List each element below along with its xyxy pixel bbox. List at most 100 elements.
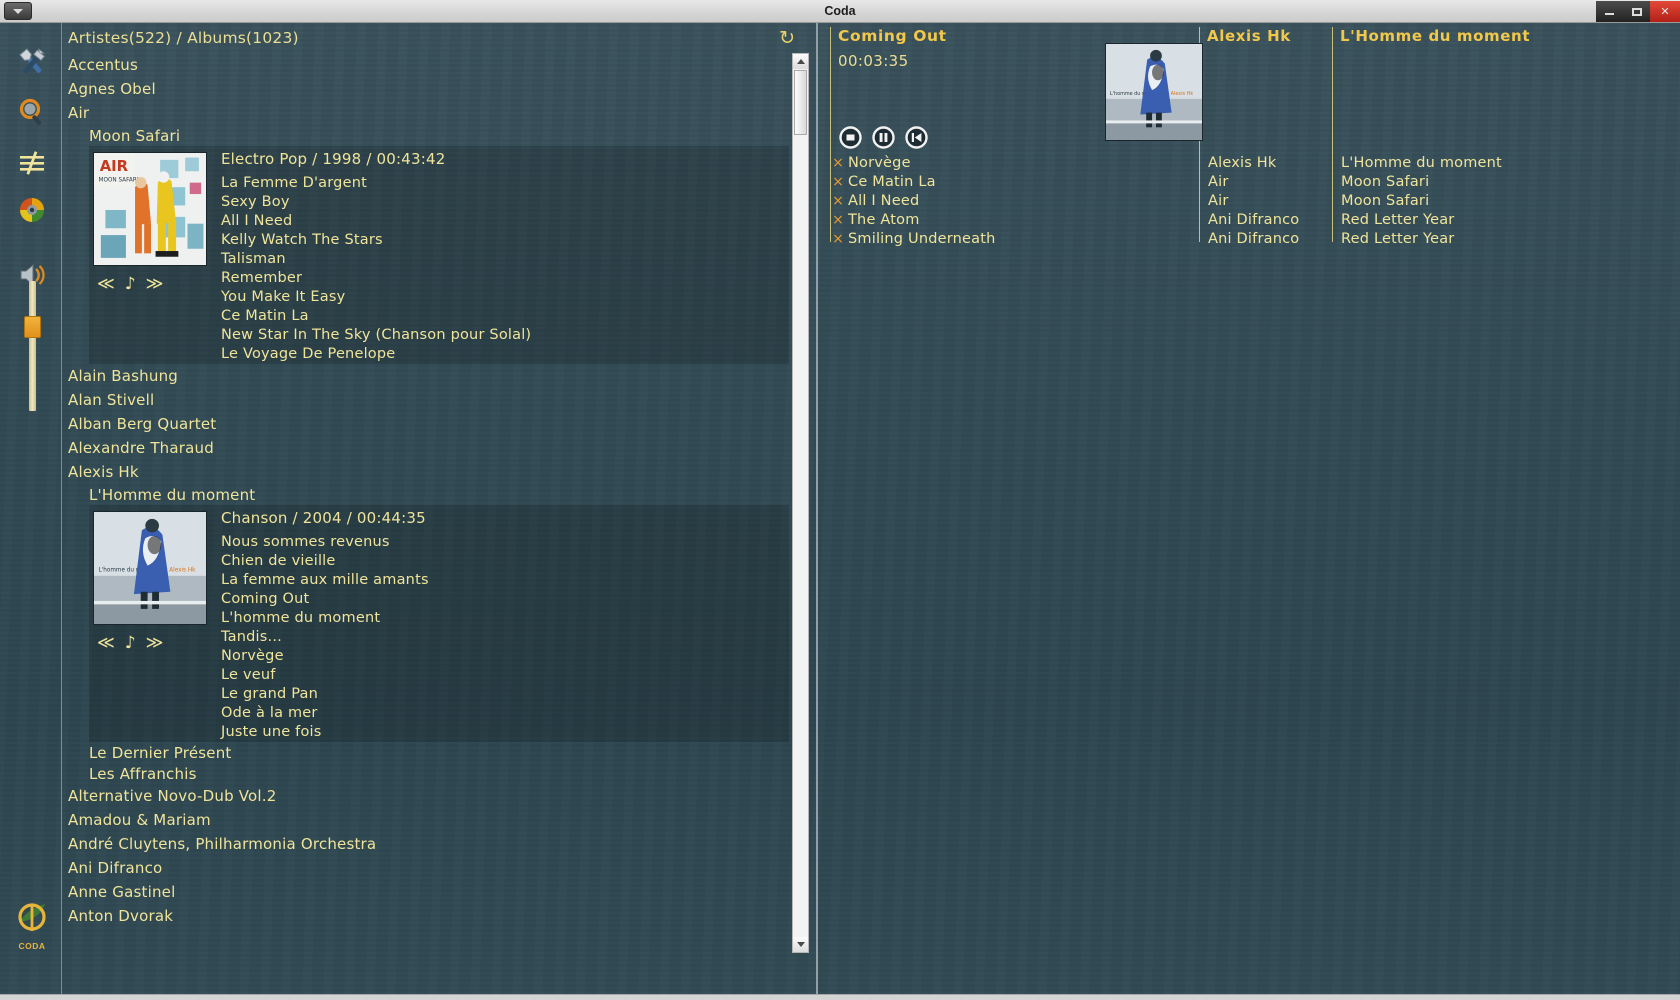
svg-text:Alexis Hk: Alexis Hk — [169, 567, 196, 573]
artist-row[interactable]: Alexandre Tharaud — [63, 436, 811, 460]
volume-slider-knob[interactable] — [24, 316, 41, 338]
queue-track-album: Red Letter Year — [1341, 211, 1455, 228]
album-prev-icon[interactable]: ≪ — [97, 633, 125, 653]
queue-track-title: The Atom — [848, 211, 920, 228]
previous-button[interactable] — [905, 126, 928, 149]
remove-icon[interactable]: × — [828, 174, 848, 190]
artist-row[interactable]: Alexis Hk — [63, 460, 811, 484]
library-header: Artistes(522) / Albums(1023) ↻ — [63, 23, 811, 53]
album-prev-icon[interactable]: ≪ — [97, 274, 125, 294]
search-icon[interactable] — [12, 93, 52, 133]
track-row[interactable]: Chien de vieille — [221, 552, 429, 571]
album-next-icon[interactable]: ≫ — [146, 633, 174, 653]
album-play-icon[interactable]: ♪ — [125, 633, 146, 653]
now-playing-cover: L'homme du moment Alexis Hk — [1105, 43, 1203, 141]
album-playback-controls[interactable]: ≪♪≫ — [97, 274, 207, 294]
track-row[interactable]: Ode à la mer — [221, 704, 429, 723]
queue-track-album: Moon Safari — [1341, 173, 1430, 190]
queue-row[interactable]: × The Atom Ani Difranco Red Letter Year — [828, 210, 1678, 229]
pause-button[interactable] — [872, 126, 895, 149]
remove-icon[interactable]: × — [828, 231, 848, 247]
column-header-album: L'Homme du moment — [1340, 27, 1531, 45]
queue-row[interactable]: × Norvège Alexis Hk L'Homme du moment — [828, 153, 1678, 172]
left-toolbar: CODA — [0, 23, 62, 994]
playback-controls — [839, 126, 928, 149]
queue-track-artist: Air — [1208, 173, 1229, 190]
queue-track-title: Norvège — [848, 154, 911, 171]
volume-slider[interactable] — [29, 281, 36, 411]
queue-track-artist: Ani Difranco — [1208, 211, 1300, 228]
album-row[interactable]: Le Dernier Présent — [63, 742, 811, 763]
artist-row[interactable]: Anne Gastinel — [63, 880, 811, 904]
queue-track-artist: Ani Difranco — [1208, 230, 1300, 247]
album-detail: L'homme du moment Alexis Hk ≪♪≫ Chanson / 2… — [89, 505, 789, 742]
play-queue: × Norvège Alexis Hk L'Homme du moment × Ce Ma… — [828, 153, 1678, 248]
queue-track-album: Moon Safari — [1341, 192, 1430, 209]
tools-icon[interactable] — [12, 43, 52, 83]
track-row[interactable]: Ce Matin La — [221, 307, 531, 326]
scroll-up-button[interactable] — [793, 54, 808, 69]
album-playback-controls[interactable]: ≪♪≫ — [97, 633, 207, 653]
track-row[interactable]: All I Need — [221, 212, 531, 231]
minimize-button[interactable] — [1596, 1, 1623, 22]
artist-row[interactable]: Anton Dvorak — [63, 904, 811, 928]
artist-row[interactable]: Alternative Novo-Dub Vol.2 — [63, 784, 811, 808]
artist-row[interactable]: Accentus — [63, 53, 811, 77]
track-row[interactable]: You Make It Easy — [221, 288, 531, 307]
track-row[interactable]: Juste une fois — [221, 723, 429, 742]
album-play-icon[interactable]: ♪ — [125, 274, 146, 294]
artist-row[interactable]: Alan Stivell — [63, 388, 811, 412]
album-row[interactable]: Moon Safari — [63, 125, 811, 146]
disc-icon[interactable] — [12, 190, 52, 230]
track-row[interactable]: Kelly Watch The Stars — [221, 231, 531, 250]
track-row[interactable]: Remember — [221, 269, 531, 288]
track-row[interactable]: Talisman — [221, 250, 531, 269]
remove-icon[interactable]: × — [828, 193, 848, 209]
queue-row[interactable]: × Smiling Underneath Ani Difranco Red Lette… — [828, 229, 1678, 248]
app-workspace: CODA Artistes(522) / Albums(1023) ↻ Acce… — [0, 23, 1680, 994]
maximize-icon — [1631, 7, 1642, 16]
artist-row[interactable]: Alban Berg Quartet — [63, 412, 811, 436]
scroll-down-button[interactable] — [793, 937, 808, 952]
track-row[interactable]: Le grand Pan — [221, 685, 429, 704]
track-row[interactable]: Sexy Boy — [221, 193, 531, 212]
remove-icon[interactable]: × — [828, 212, 848, 228]
album-row[interactable]: Les Affranchis — [63, 763, 811, 784]
artist-row[interactable]: Agnes Obel — [63, 77, 811, 101]
equalizer-icon[interactable] — [12, 143, 52, 183]
track-row[interactable]: La femme aux mille amants — [221, 571, 429, 590]
track-row[interactable]: L'homme du moment — [221, 609, 429, 628]
track-row[interactable]: Le Voyage De Penelope — [221, 345, 531, 364]
album-meta: Chanson / 2004 / 00:44:35 — [221, 509, 426, 527]
track-row[interactable]: Nous sommes revenus — [221, 533, 429, 552]
maximize-button[interactable] — [1623, 1, 1650, 22]
track-row[interactable]: Tandis... — [221, 628, 429, 647]
track-row[interactable]: Norvège — [221, 647, 429, 666]
artist-row[interactable]: André Cluytens, Philharmonia Orchestra — [63, 832, 811, 856]
artist-row[interactable]: Air — [63, 101, 811, 125]
album-track-list: Nous sommes revenus Chien de vieille La fe… — [221, 533, 429, 742]
remove-icon[interactable]: × — [828, 155, 848, 171]
artist-row[interactable]: Alain Bashung — [63, 364, 811, 388]
queue-track-title: Ce Matin La — [848, 173, 936, 190]
scrollbar-thumb[interactable] — [794, 70, 807, 135]
track-row[interactable]: Le veuf — [221, 666, 429, 685]
queue-track-artist: Air — [1208, 192, 1229, 209]
album-next-icon[interactable]: ≫ — [146, 274, 174, 294]
queue-track-album: Red Letter Year — [1341, 230, 1455, 247]
close-button[interactable]: ✕ — [1650, 1, 1680, 22]
queue-row[interactable]: × All I Need Air Moon Safari — [828, 191, 1678, 210]
artist-row[interactable]: Ani Difranco — [63, 856, 811, 880]
artist-row[interactable]: Amadou & Mariam — [63, 808, 811, 832]
track-row[interactable]: New Star In The Sky (Chanson pour Solal) — [221, 326, 531, 345]
track-row[interactable]: Coming Out — [221, 590, 429, 609]
stop-button[interactable] — [839, 126, 862, 149]
library-scrollbar[interactable] — [792, 53, 809, 953]
album-row[interactable]: L'Homme du moment — [63, 484, 811, 505]
album-cover: L'homme du moment Alexis Hk — [93, 511, 207, 625]
queue-row[interactable]: × Ce Matin La Air Moon Safari — [828, 172, 1678, 191]
triangle-up-icon — [796, 59, 805, 64]
refresh-icon[interactable]: ↻ — [779, 28, 795, 48]
queue-track-title: Smiling Underneath — [848, 230, 996, 247]
track-row[interactable]: La Femme D'argent — [221, 174, 531, 193]
